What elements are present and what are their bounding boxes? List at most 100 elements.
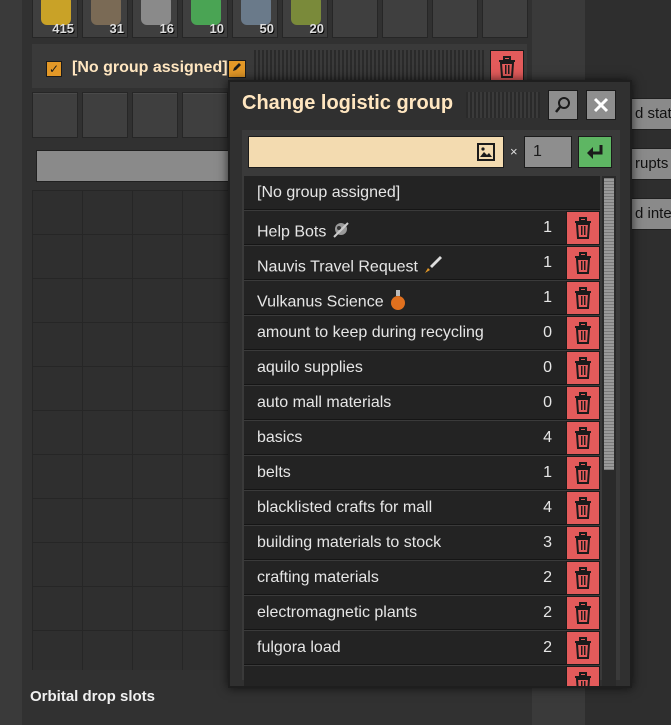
request-slot[interactable] bbox=[132, 92, 178, 138]
scrollbar-thumb[interactable] bbox=[604, 178, 614, 470]
trash-icon bbox=[575, 322, 591, 344]
edit-group-button[interactable] bbox=[228, 60, 246, 78]
group-row[interactable]: auto mall materials 0 bbox=[244, 386, 600, 420]
group-name: Nauvis Travel Request bbox=[257, 254, 444, 281]
delete-group-button[interactable] bbox=[566, 211, 600, 245]
group-row[interactable]: Nauvis Travel Request 1 bbox=[244, 246, 600, 280]
group-section-count: 1 bbox=[543, 464, 552, 481]
slot-count: 415 bbox=[52, 21, 74, 36]
pencil-icon bbox=[233, 63, 241, 71]
delete-group-button[interactable] bbox=[566, 526, 600, 560]
trash-icon bbox=[575, 252, 591, 274]
group-name: [No group assigned] bbox=[257, 184, 401, 201]
group-section-count: 2 bbox=[543, 639, 552, 656]
side-button-1[interactable]: d stat bbox=[630, 98, 671, 130]
group-row[interactable]: basics 4 bbox=[244, 421, 600, 455]
group-row[interactable]: belts 1 bbox=[244, 456, 600, 490]
inventory-slot[interactable]: 20 bbox=[282, 0, 328, 38]
group-row-none[interactable]: [No group assigned] bbox=[244, 176, 600, 210]
inventory-slot[interactable]: 415 bbox=[32, 0, 78, 38]
inventory-slot[interactable] bbox=[382, 0, 428, 38]
enter-icon bbox=[587, 145, 603, 159]
slot-count: 10 bbox=[209, 21, 224, 36]
science-pack-icon bbox=[388, 289, 408, 316]
request-slot[interactable] bbox=[182, 92, 228, 138]
group-section-count: 2 bbox=[543, 569, 552, 586]
dialog-drag-handle[interactable] bbox=[466, 92, 540, 118]
inventory-slot[interactable]: 10 bbox=[182, 0, 228, 38]
confirm-button[interactable] bbox=[578, 136, 612, 168]
group-row[interactable]: Help Bots 1 bbox=[244, 211, 600, 245]
delete-group-button[interactable] bbox=[566, 456, 600, 490]
group-row[interactable]: amount to keep during recycling 0 bbox=[244, 316, 600, 350]
image-icon[interactable] bbox=[477, 143, 495, 161]
group-row[interactable]: fulgora load 2 bbox=[244, 631, 600, 665]
request-slot[interactable] bbox=[32, 92, 78, 138]
group-name: electromagnetic plants bbox=[257, 604, 418, 621]
delete-group-button[interactable] bbox=[566, 666, 600, 686]
group-name: building materials to stock bbox=[257, 534, 442, 551]
delete-group-button[interactable] bbox=[566, 631, 600, 665]
delete-group-button[interactable] bbox=[566, 491, 600, 525]
trash-icon bbox=[575, 567, 591, 589]
group-row[interactable]: crafting materials 2 bbox=[244, 561, 600, 595]
group-name: belts bbox=[257, 464, 291, 481]
group-section-count: 1 bbox=[543, 219, 552, 236]
trash-icon bbox=[575, 462, 591, 484]
group-section-count: 4 bbox=[543, 429, 552, 446]
search-button[interactable] bbox=[548, 90, 578, 120]
group-name: Help Bots bbox=[257, 219, 352, 246]
delete-group-button[interactable] bbox=[566, 386, 600, 420]
rocket-icon bbox=[422, 254, 444, 281]
side-button-2[interactable]: rupts bbox=[630, 148, 671, 180]
section-drag-handle[interactable] bbox=[254, 50, 486, 80]
slot-count: 50 bbox=[259, 21, 274, 36]
change-logistic-group-dialog: Change logistic group × 1 [No group assi… bbox=[228, 80, 632, 688]
group-row[interactable]: electromagnetic plants 2 bbox=[244, 596, 600, 630]
side-button-3[interactable]: d inter bbox=[630, 198, 671, 230]
delete-group-button[interactable] bbox=[566, 316, 600, 350]
group-row[interactable]: blacklisted crafts for mall 4 bbox=[244, 491, 600, 525]
group-name-input[interactable] bbox=[248, 136, 504, 168]
group-section-count: 0 bbox=[543, 359, 552, 376]
group-row[interactable]: building materials to stock 3 bbox=[244, 526, 600, 560]
construction-robot-icon bbox=[330, 219, 352, 246]
delete-group-button[interactable] bbox=[566, 596, 600, 630]
delete-group-button[interactable] bbox=[566, 281, 600, 315]
delete-section-button[interactable] bbox=[490, 50, 524, 84]
group-name: crafting materials bbox=[257, 569, 379, 586]
trash-icon bbox=[575, 672, 591, 686]
trash-icon bbox=[575, 287, 591, 309]
delete-group-button[interactable] bbox=[566, 561, 600, 595]
inventory-slot[interactable]: 31 bbox=[82, 0, 128, 38]
inventory-slot[interactable]: 50 bbox=[232, 0, 278, 38]
group-name: blacklisted crafts for mall bbox=[257, 499, 433, 516]
section-enabled-checkbox[interactable]: ✓ bbox=[46, 61, 62, 77]
group-section-count: 0 bbox=[543, 324, 552, 341]
delete-group-button[interactable] bbox=[566, 246, 600, 280]
group-row[interactable]: aquilo supplies 0 bbox=[244, 351, 600, 385]
inventory-slot[interactable] bbox=[432, 0, 478, 38]
trash-icon bbox=[499, 56, 515, 78]
delete-group-button[interactable] bbox=[566, 421, 600, 455]
trash-icon bbox=[575, 217, 591, 239]
inventory-slot[interactable]: 16 bbox=[132, 0, 178, 38]
trash-icon bbox=[575, 357, 591, 379]
group-list: [No group assigned] Help Bots 1 Nauvis Trav… bbox=[244, 176, 600, 686]
group-row[interactable]: Vulkanus Science 1 bbox=[244, 281, 600, 315]
multiplier-symbol: × bbox=[510, 144, 518, 159]
request-slot[interactable] bbox=[82, 92, 128, 138]
delete-group-button[interactable] bbox=[566, 351, 600, 385]
quantity-input[interactable]: 1 bbox=[524, 136, 572, 168]
add-section-button[interactable] bbox=[36, 150, 236, 182]
inventory-slot[interactable] bbox=[482, 0, 528, 38]
slot-count: 16 bbox=[159, 21, 174, 36]
group-name: basics bbox=[257, 429, 303, 446]
close-button[interactable] bbox=[586, 90, 616, 120]
group-name: aquilo supplies bbox=[257, 359, 363, 376]
close-icon bbox=[593, 97, 609, 113]
group-row[interactable] bbox=[244, 666, 600, 686]
group-name: auto mall materials bbox=[257, 394, 392, 411]
inventory-slot[interactable] bbox=[332, 0, 378, 38]
group-section-count: 2 bbox=[543, 604, 552, 621]
